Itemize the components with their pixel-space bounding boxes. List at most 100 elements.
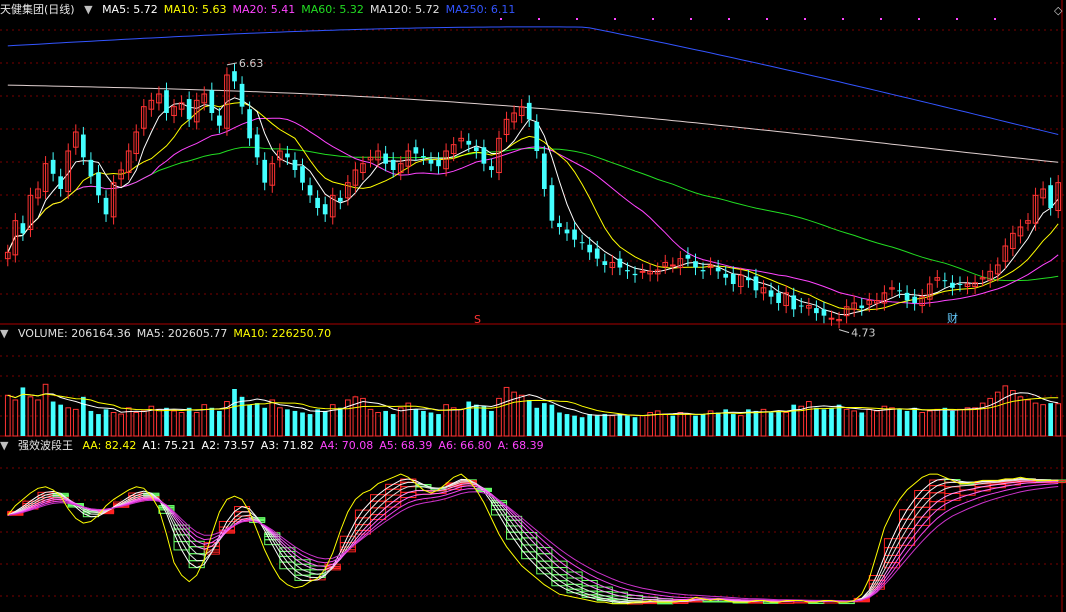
- candle-body: [897, 290, 902, 292]
- volume-bar: [397, 407, 404, 437]
- volume-bar: [912, 407, 917, 436]
- wave-step-box: [611, 591, 628, 597]
- volume-bar: [300, 412, 305, 436]
- volume-bar: [715, 412, 721, 436]
- candle-body: [776, 292, 781, 303]
- wave-header: ▼ 强效波段王 AA: 82.42 A1: 75.21 A2: 73.57 A3: 7…: [0, 438, 556, 454]
- volume-bars: [4, 383, 1062, 437]
- moving-average-lines: [7, 26, 1059, 316]
- volume-bar: [103, 409, 109, 436]
- candle-body: [639, 270, 646, 273]
- high-price-label: 6.63: [239, 57, 264, 70]
- candle-body: [821, 309, 827, 316]
- volume-bar: [564, 414, 570, 436]
- candle-body: [942, 280, 948, 282]
- settings-circle-icon[interactable]: ▼: [84, 3, 92, 16]
- candle-body: [292, 159, 298, 170]
- wave-indicator-2: A2: 73.57: [201, 439, 255, 452]
- wave-indicator-4: A4: 70.08: [319, 439, 374, 452]
- candle-body: [730, 273, 736, 284]
- wave-step-box: [536, 553, 553, 562]
- volume-indicator-1: MA5: 202605.77: [136, 327, 228, 340]
- stock-chart: 6.63 4.73 S 财 ◇: [0, 0, 1066, 612]
- ma5-line: [7, 97, 1059, 316]
- volume-bar: [247, 404, 252, 436]
- volume-header: ▼ VOLUME: 206164.36 MA5: 202605.77 MA10: 2…: [0, 326, 343, 342]
- wave-indicator-0: AA: 82.42: [82, 439, 137, 452]
- volume-bar: [436, 414, 441, 436]
- volume-bar: [843, 408, 850, 437]
- volume-bar: [904, 410, 910, 436]
- wave-step-box: [899, 537, 916, 546]
- volume-bar: [557, 412, 562, 436]
- volume-bar: [609, 415, 616, 437]
- volume-bar: [526, 399, 532, 436]
- top-dot-marker: [804, 18, 806, 20]
- candle-body: [307, 185, 313, 196]
- volume-bar: [489, 410, 494, 436]
- volume-bar: [12, 399, 19, 437]
- volume-bar: [994, 391, 1001, 437]
- volume-bar: [549, 404, 555, 436]
- wave-step-box: [944, 492, 961, 501]
- volume-bar: [322, 410, 328, 436]
- volume-bar: [1040, 404, 1046, 437]
- candle-body: [489, 166, 494, 170]
- candle-body: [1048, 185, 1054, 208]
- wave-step-box: [294, 569, 311, 576]
- volume-bar: [428, 412, 434, 436]
- top-dot-marker: [538, 18, 540, 20]
- wave-indicator-7: A: 68.39: [497, 439, 544, 452]
- volume-bar: [617, 414, 623, 436]
- volume-bar: [632, 417, 638, 436]
- candle-body: [693, 261, 698, 268]
- ma10-line: [7, 101, 1059, 312]
- volume-bar: [292, 410, 298, 436]
- wave-title: 强效波段王: [17, 439, 73, 452]
- candle-body: [413, 147, 419, 154]
- volume-bar: [572, 415, 577, 436]
- candle-body: [768, 290, 774, 297]
- volume-bar: [254, 403, 260, 436]
- volume-bar: [662, 413, 669, 437]
- candle-body: [262, 159, 268, 183]
- volume-settings-icon[interactable]: ▼: [0, 327, 8, 340]
- financial-report-marker: 财: [947, 311, 958, 325]
- volume-bar: [851, 410, 858, 437]
- wave-line-6: [7, 486, 1059, 602]
- volume-bar: [390, 414, 396, 436]
- volume-bar: [232, 389, 237, 436]
- volume-bar: [164, 407, 169, 436]
- candle-body: [587, 244, 593, 253]
- candle-body: [383, 153, 388, 164]
- price-indicator-1: MA10: 5.63: [163, 3, 227, 16]
- candle-body: [957, 284, 963, 285]
- candle-body: [557, 223, 562, 227]
- ma250-line: [7, 26, 1059, 135]
- candle-body: [700, 270, 706, 272]
- candlesticks: [4, 63, 1062, 329]
- candle-body: [247, 109, 252, 139]
- candle-body: [526, 102, 532, 120]
- volume-bar: [707, 410, 714, 437]
- volume-bar: [964, 407, 971, 437]
- wave-step-box: [188, 546, 205, 555]
- candle-body: [50, 159, 56, 174]
- volume-bar: [329, 404, 336, 437]
- volume-bar: [276, 407, 283, 437]
- wave-settings-icon[interactable]: ▼: [0, 439, 8, 452]
- volume-bar: [360, 397, 366, 437]
- candle-body: [549, 185, 555, 221]
- price-header: 天健集团(日线) ▼ MA5: 5.72 MA10: 5.63 MA20: 5.41…: [0, 2, 527, 18]
- volume-bar: [1048, 403, 1054, 436]
- volume-bar: [693, 415, 698, 436]
- wave-step-box: [551, 574, 568, 582]
- top-dot-marker: [994, 18, 996, 20]
- volume-bar: [814, 407, 819, 436]
- candle-body: [315, 197, 320, 208]
- volume-bar: [730, 414, 736, 436]
- volume-bar: [942, 407, 948, 436]
- candle-body: [814, 308, 819, 314]
- candle-body: [579, 242, 585, 244]
- candle-body: [715, 267, 721, 272]
